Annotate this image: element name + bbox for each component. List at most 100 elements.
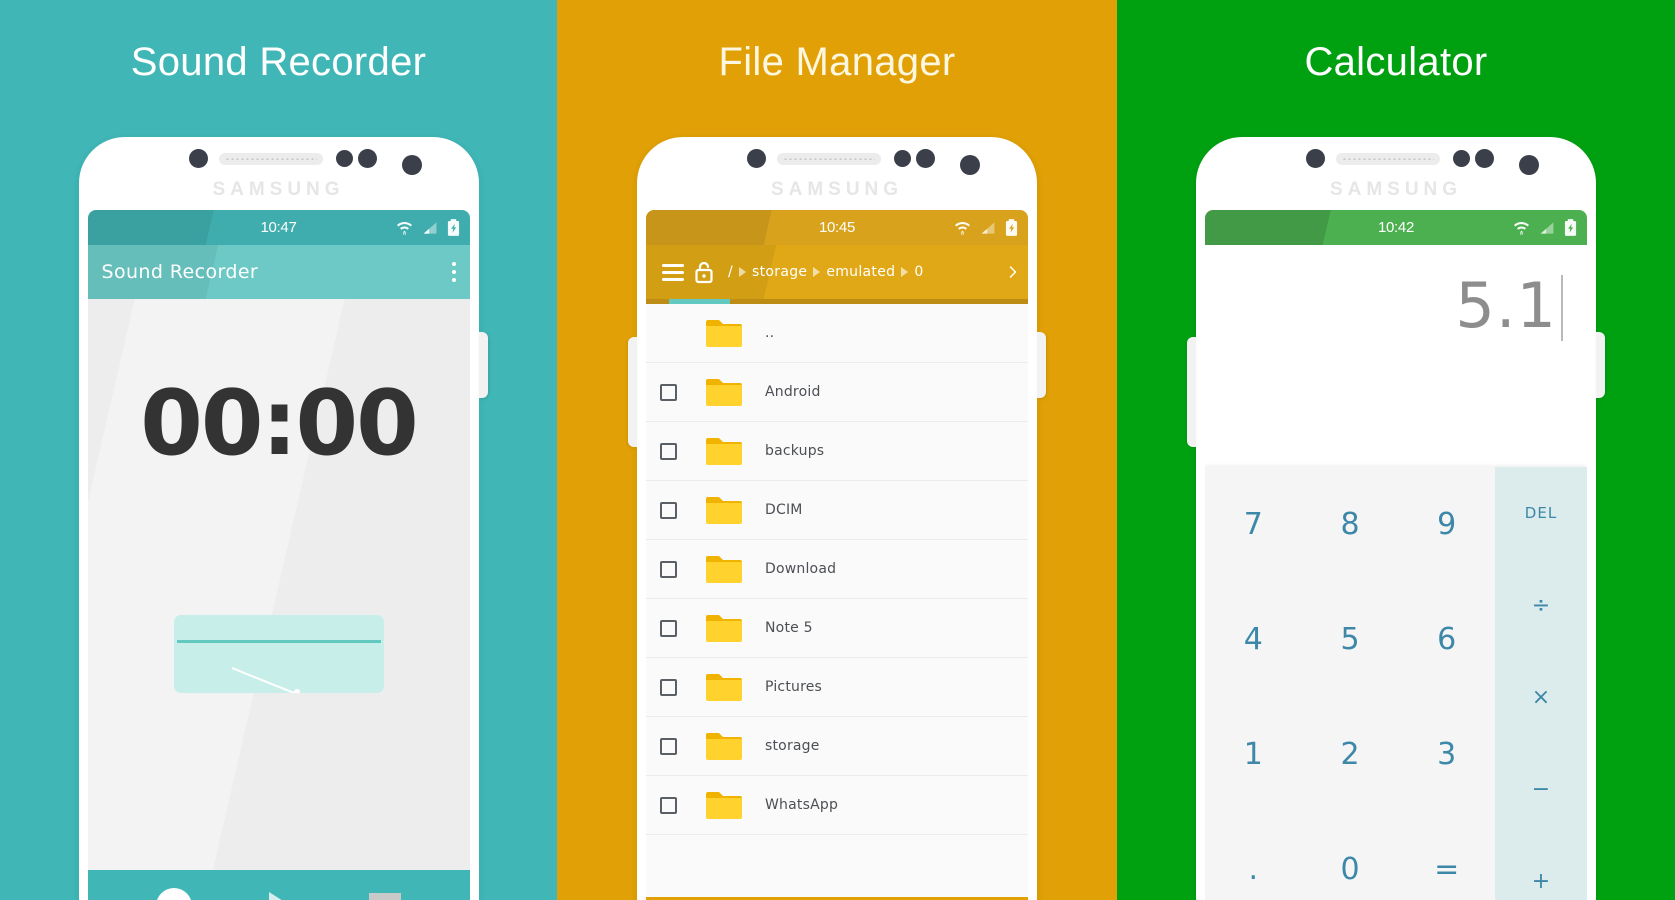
key-7[interactable]: 7	[1205, 467, 1302, 582]
list-item[interactable]: Pictures	[646, 658, 1028, 717]
key-3[interactable]: 3	[1398, 697, 1495, 812]
led-indicator-icon	[1519, 155, 1539, 175]
list-item[interactable]: backups	[646, 422, 1028, 481]
breadcrumb: / storage emulated 0	[728, 264, 1002, 280]
row-checkbox[interactable]	[660, 678, 677, 696]
app-bar-file-manager: / storage emulated 0	[646, 245, 1028, 299]
app-bar-sound-recorder: Sound Recorder	[87, 245, 470, 299]
panel-title-calculator: Calculator	[1304, 40, 1488, 84]
key-decimal[interactable]: .	[1205, 812, 1302, 900]
front-camera-icon	[1475, 149, 1494, 168]
list-item[interactable]: Android	[646, 363, 1028, 422]
row-checkbox[interactable]	[660, 560, 677, 578]
app-bar-title: Sound Recorder	[101, 261, 259, 283]
battery-charging-icon	[447, 219, 459, 236]
digit-keys: 7 8 9 4 5 6 1 2 3 . 0 =	[1205, 467, 1495, 900]
key-minus[interactable]: −	[1495, 743, 1587, 835]
waveform-visualizer	[173, 615, 384, 693]
power-button[interactable]	[478, 332, 488, 398]
key-1[interactable]: 1	[1205, 697, 1302, 812]
calculator-keypad: 7 8 9 4 5 6 1 2 3 . 0 = DEL ÷ × − +	[1205, 467, 1587, 900]
lock-open-icon[interactable]	[694, 260, 714, 284]
power-button[interactable]	[1596, 332, 1605, 398]
operator-keys: DEL ÷ × − +	[1495, 467, 1587, 900]
horizontal-scrollbar[interactable]	[646, 299, 1028, 304]
recorder-content: 00:00	[87, 299, 470, 900]
list-item[interactable]: DCIM	[646, 481, 1028, 540]
battery-charging-icon	[1564, 219, 1577, 236]
folder-icon	[706, 320, 742, 347]
record-button[interactable]	[156, 887, 193, 900]
proximity-sensor-icon	[1453, 150, 1470, 167]
phone-screen-sound-recorder: 10:47 Sound Recorder 00:00	[87, 210, 470, 900]
list-item[interactable]: Note 5	[646, 599, 1028, 658]
volume-button[interactable]	[1187, 337, 1196, 447]
signal-icon	[981, 221, 995, 234]
key-multiply[interactable]: ×	[1495, 651, 1587, 743]
key-4[interactable]: 4	[1205, 582, 1302, 697]
chevron-right-icon	[813, 267, 821, 277]
key-5[interactable]: 5	[1302, 582, 1399, 697]
volume-button[interactable]	[628, 337, 637, 447]
text-cursor	[1561, 275, 1563, 341]
panel-title-sound-recorder: Sound Recorder	[130, 40, 427, 84]
list-item[interactable]: WhatsApp	[646, 776, 1028, 835]
key-2[interactable]: 2	[1302, 697, 1399, 812]
recorder-controls-bar	[87, 870, 470, 900]
list-item[interactable]: ..	[646, 304, 1028, 363]
display-value: 5.1	[1455, 269, 1557, 342]
phone-screen-calculator: 10:42 5.1 7 8 9 4 5 6 1 2 3 . 0 = DEL ÷ …	[1205, 210, 1587, 900]
recording-timer: 00:00	[140, 371, 418, 476]
folder-icon	[706, 379, 742, 406]
key-equals[interactable]: =	[1398, 812, 1495, 900]
folder-icon	[706, 497, 742, 524]
hamburger-icon[interactable]	[662, 260, 684, 285]
breadcrumb-item-root[interactable]: /	[728, 264, 733, 280]
status-bar: 10:47	[87, 210, 470, 245]
phone-brand-label: SAMSUNG	[1329, 179, 1463, 200]
row-checkbox[interactable]	[660, 383, 677, 401]
row-checkbox[interactable]	[660, 619, 677, 637]
folder-icon	[706, 733, 742, 760]
breadcrumb-item-storage[interactable]: storage	[752, 264, 807, 280]
list-item[interactable]: Download	[646, 540, 1028, 599]
wifi-icon	[1514, 222, 1529, 235]
list-item[interactable]: storage	[646, 717, 1028, 776]
folder-icon	[706, 438, 742, 465]
power-button[interactable]	[1037, 332, 1046, 398]
file-list: .. Android backups DCIM Download Note 5 …	[646, 304, 1028, 900]
kebab-menu-icon[interactable]	[451, 262, 456, 282]
chevron-right-icon[interactable]	[1002, 261, 1018, 283]
file-name: storage	[765, 738, 820, 754]
app-screenshots-banner: Sound Recorder SAMSUNG 10:47 Sound Recor…	[0, 0, 1675, 900]
row-checkbox[interactable]	[660, 501, 677, 519]
sensor-dot-icon	[747, 149, 766, 168]
phone-mockup-sound-recorder: SAMSUNG 10:47 Sound Recorder 00:00	[78, 137, 488, 900]
key-8[interactable]: 8	[1302, 467, 1399, 582]
panel-file-manager: File Manager SAMSUNG 10:45 / storage emu…	[557, 0, 1117, 900]
folder-icon	[706, 615, 742, 642]
row-checkbox[interactable]	[660, 796, 677, 814]
row-checkbox[interactable]	[660, 737, 677, 755]
breadcrumb-item-0[interactable]: 0	[914, 264, 923, 280]
key-plus[interactable]: +	[1495, 835, 1587, 900]
led-indicator-icon	[401, 155, 422, 175]
wifi-icon	[396, 222, 412, 235]
file-name: Android	[765, 384, 821, 400]
proximity-sensor-icon	[894, 150, 911, 167]
key-6[interactable]: 6	[1398, 582, 1495, 697]
chevron-right-icon	[739, 267, 747, 277]
file-name: Download	[765, 561, 837, 577]
wifi-icon	[955, 222, 970, 235]
breadcrumb-item-emulated[interactable]: emulated	[826, 264, 895, 280]
key-divide[interactable]: ÷	[1495, 559, 1587, 651]
stop-button[interactable]	[368, 892, 401, 900]
row-checkbox[interactable]	[660, 442, 677, 460]
play-button[interactable]	[269, 891, 292, 900]
key-0[interactable]: 0	[1302, 812, 1399, 900]
phone-mockup-file-manager: SAMSUNG 10:45 / storage emulated 0 .. An…	[628, 137, 1046, 900]
key-9[interactable]: 9	[1398, 467, 1495, 582]
file-name: backups	[765, 443, 825, 459]
key-delete[interactable]: DEL	[1495, 467, 1587, 559]
calculator-display[interactable]: 5.1	[1205, 245, 1587, 467]
